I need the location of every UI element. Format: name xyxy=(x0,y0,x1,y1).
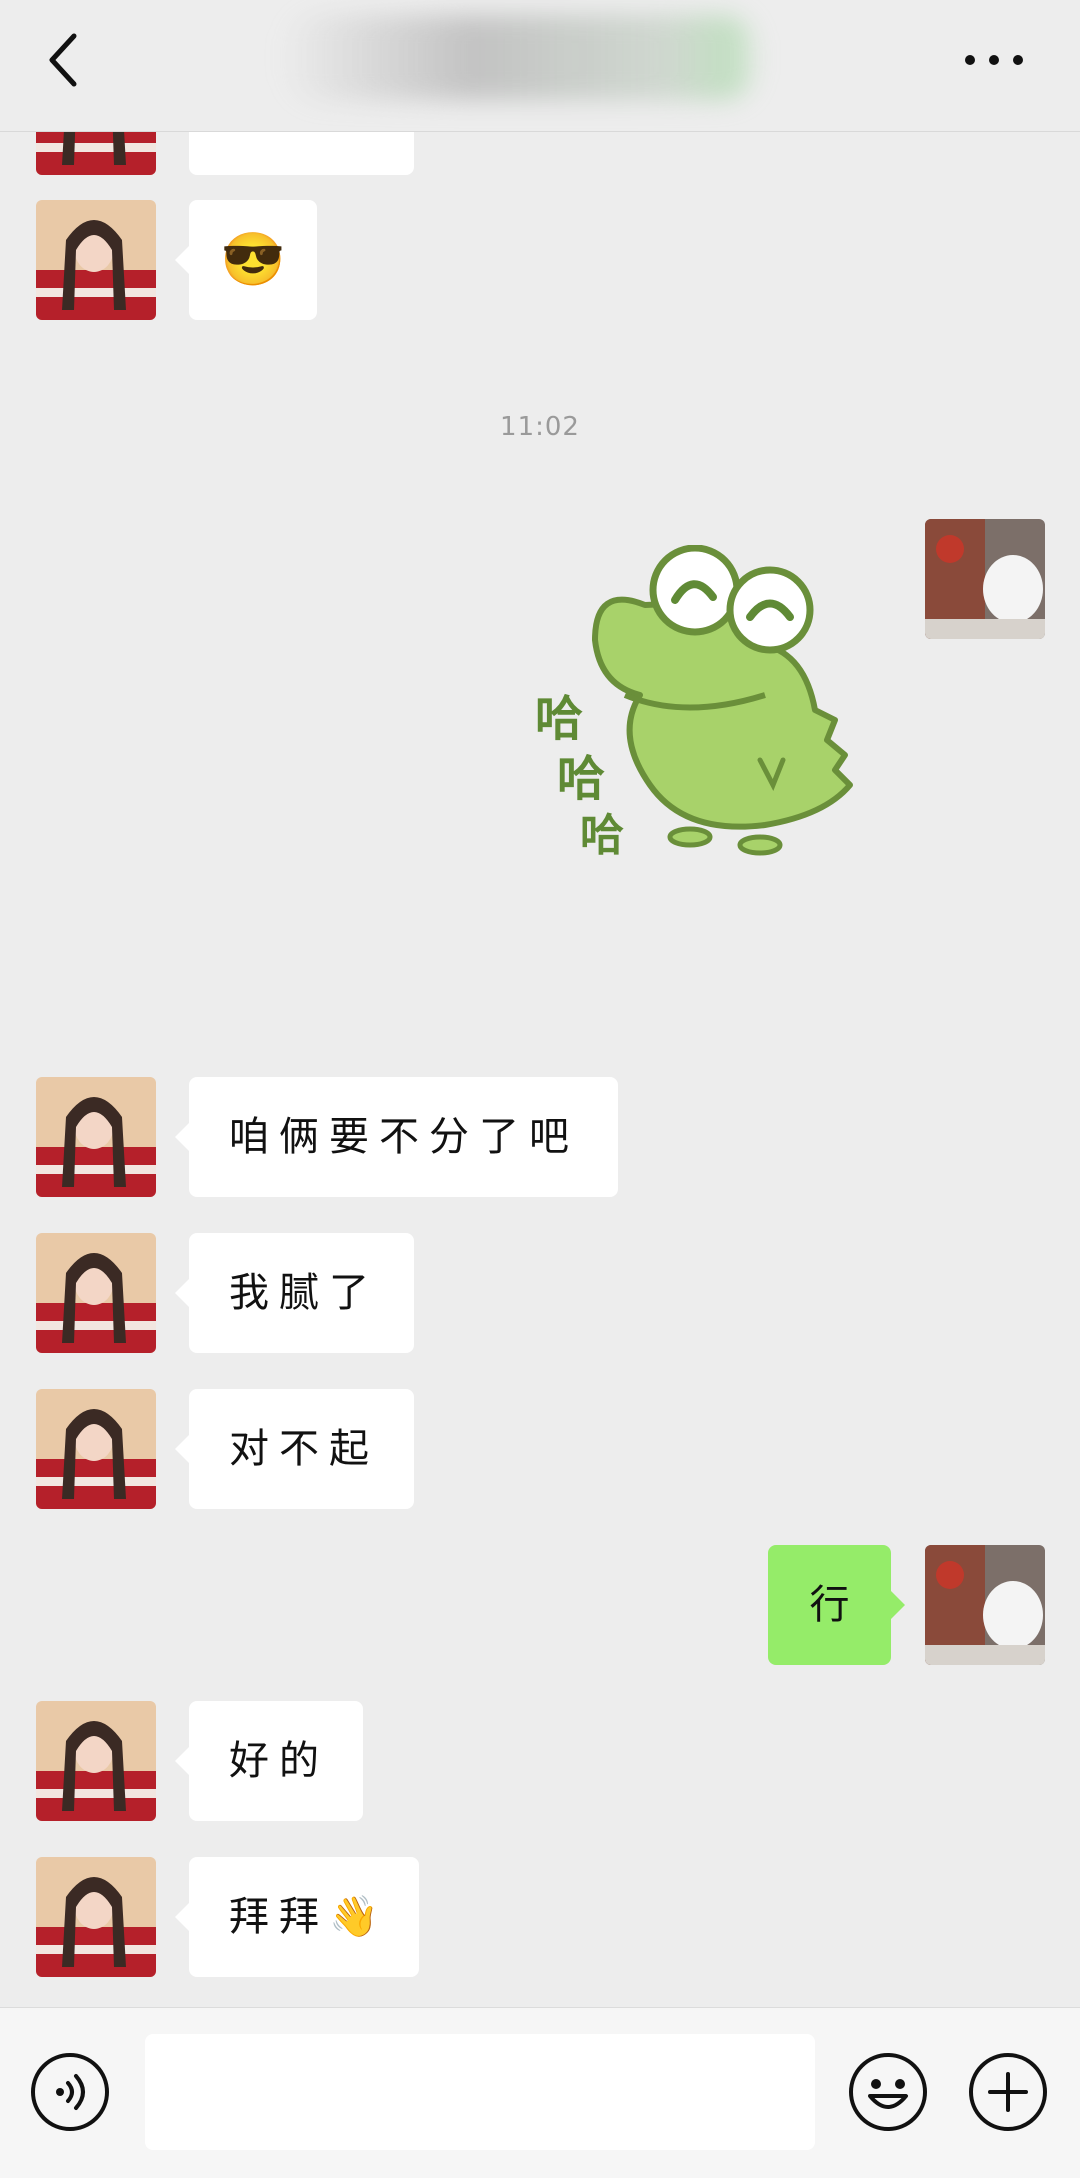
timestamp: 11:02 xyxy=(500,412,580,442)
plus-icon[interactable] xyxy=(968,2052,1048,2132)
message-bubble[interactable]: 好的 xyxy=(175,1701,363,1821)
self-avatar[interactable] xyxy=(925,519,1045,639)
contact-avatar[interactable] xyxy=(36,1077,156,1197)
contact-avatar[interactable] xyxy=(36,1233,156,1353)
chevron-left-icon[interactable] xyxy=(40,30,90,90)
sticker-text-2: 哈 xyxy=(557,751,605,807)
frog-sticker[interactable]: 哈 哈 哈 xyxy=(535,545,875,865)
contact-avatar[interactable] xyxy=(36,200,156,320)
message-bubble[interactable]: 咱俩要不分了吧 xyxy=(175,1077,618,1197)
more-icon[interactable] xyxy=(962,40,1026,80)
sunglasses-emoji: 😎 xyxy=(220,230,286,290)
message-input[interactable] xyxy=(145,2034,815,2150)
message-bubble[interactable]: 我腻了 xyxy=(175,1233,414,1353)
contact-avatar[interactable] xyxy=(36,1389,156,1509)
emoji-icon[interactable] xyxy=(848,2052,928,2132)
blurred-contact-name xyxy=(280,15,760,100)
message-bubble[interactable]: 拜拜👋 xyxy=(175,1857,419,1977)
message-bubble-self[interactable]: 行 xyxy=(768,1545,905,1665)
voice-icon[interactable] xyxy=(30,2052,110,2132)
contact-avatar[interactable] xyxy=(36,1857,156,1977)
contact-avatar[interactable] xyxy=(36,1701,156,1821)
sticker-text-1: 哈 xyxy=(535,691,583,747)
message-bubble[interactable]: 对不起 xyxy=(175,1389,414,1509)
sticker-text-3: 哈 xyxy=(580,810,624,861)
top-nav-bar xyxy=(0,0,1080,132)
chat-area[interactable]: 😎 11:02 哈 哈 哈 咱俩要不分了吧 我腻了 对不起 行 好的 拜拜👋 xyxy=(0,0,1080,2007)
self-avatar[interactable] xyxy=(925,1545,1045,1665)
message-bubble[interactable]: 😎 xyxy=(175,200,317,320)
